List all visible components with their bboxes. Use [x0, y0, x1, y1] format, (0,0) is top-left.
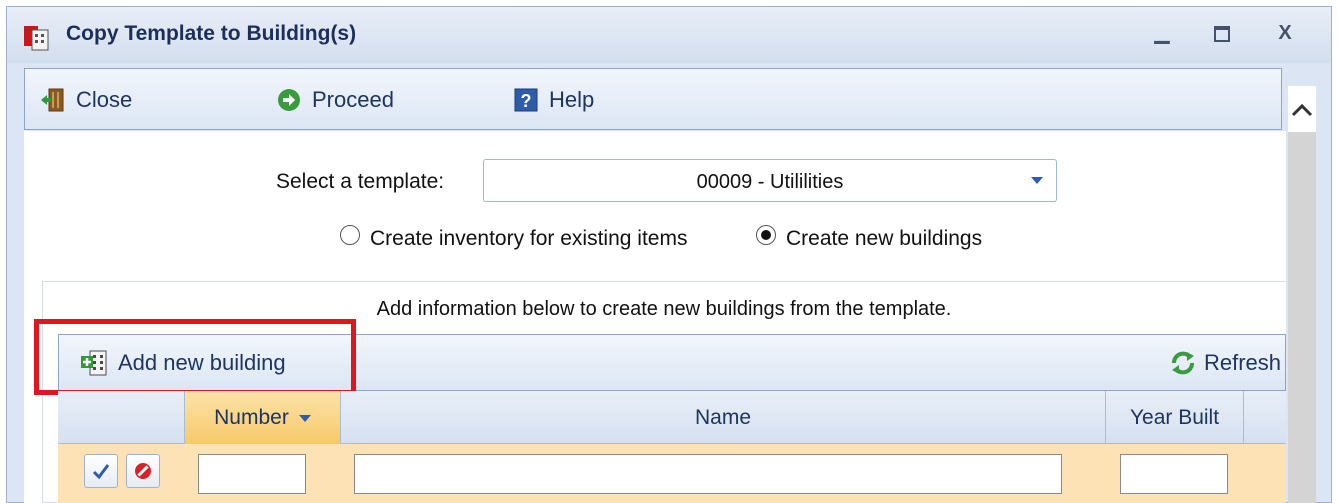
close-icon: X — [1278, 22, 1292, 44]
sort-descending-icon — [298, 414, 311, 422]
close-button[interactable]: Close — [40, 82, 132, 118]
radio-selected-dot — [760, 229, 771, 240]
name-input[interactable] — [354, 454, 1062, 494]
check-icon — [92, 464, 110, 480]
help-button-label: Help — [549, 87, 595, 112]
template-dropdown-value: 00009 - Utililities — [696, 171, 844, 193]
help-button[interactable]: ? Help — [513, 82, 594, 118]
radio-new-buildings[interactable] — [756, 225, 776, 245]
radio-existing-items[interactable] — [340, 225, 360, 245]
radio-existing-items-label[interactable]: Create inventory for existing items — [370, 227, 687, 251]
app-icon — [22, 22, 52, 52]
proceed-button[interactable]: Proceed — [276, 82, 394, 118]
svg-text:?: ? — [521, 91, 532, 111]
window-title: Copy Template to Building(s) — [66, 22, 357, 45]
scroll-up-button[interactable] — [1288, 86, 1316, 132]
highlight-box — [34, 319, 356, 395]
year-built-input[interactable] — [1120, 454, 1228, 494]
cancel-row-button[interactable] — [126, 454, 160, 488]
cancel-icon — [135, 463, 151, 479]
refresh-button[interactable]: Refresh — [1168, 346, 1281, 380]
maximize-icon — [1214, 25, 1230, 42]
column-header-number[interactable]: Number — [184, 391, 340, 444]
column-header-empty — [1243, 391, 1286, 444]
minimize-button[interactable]: ▁ — [1145, 18, 1179, 48]
close-button-label: Close — [76, 87, 133, 112]
info-text: Add information below to create new buil… — [376, 298, 952, 320]
door-exit-icon — [41, 88, 64, 112]
close-window-button[interactable]: X — [1268, 18, 1302, 48]
minimize-icon: ▁ — [1154, 22, 1170, 44]
proceed-button-label: Proceed — [312, 87, 394, 112]
refresh-label: Refresh — [1204, 350, 1282, 375]
toolbar — [24, 68, 1282, 130]
column-header-year-built[interactable]: Year Built — [1105, 391, 1243, 444]
template-label: Select a template: — [276, 170, 445, 193]
maximize-button[interactable] — [1205, 18, 1239, 48]
radio-new-buildings-label[interactable]: Create new buildings — [786, 227, 982, 251]
arrow-right-circle-icon — [278, 89, 300, 111]
vertical-scrollbar[interactable] — [1288, 132, 1316, 503]
chevron-up-icon — [1291, 103, 1313, 117]
help-icon: ? — [514, 88, 538, 112]
column-header-name[interactable]: Name — [340, 391, 1105, 444]
dropdown-arrow-icon[interactable] — [1031, 177, 1043, 184]
refresh-icon — [1172, 351, 1194, 375]
confirm-row-button[interactable] — [84, 454, 118, 488]
number-input[interactable] — [198, 454, 306, 494]
